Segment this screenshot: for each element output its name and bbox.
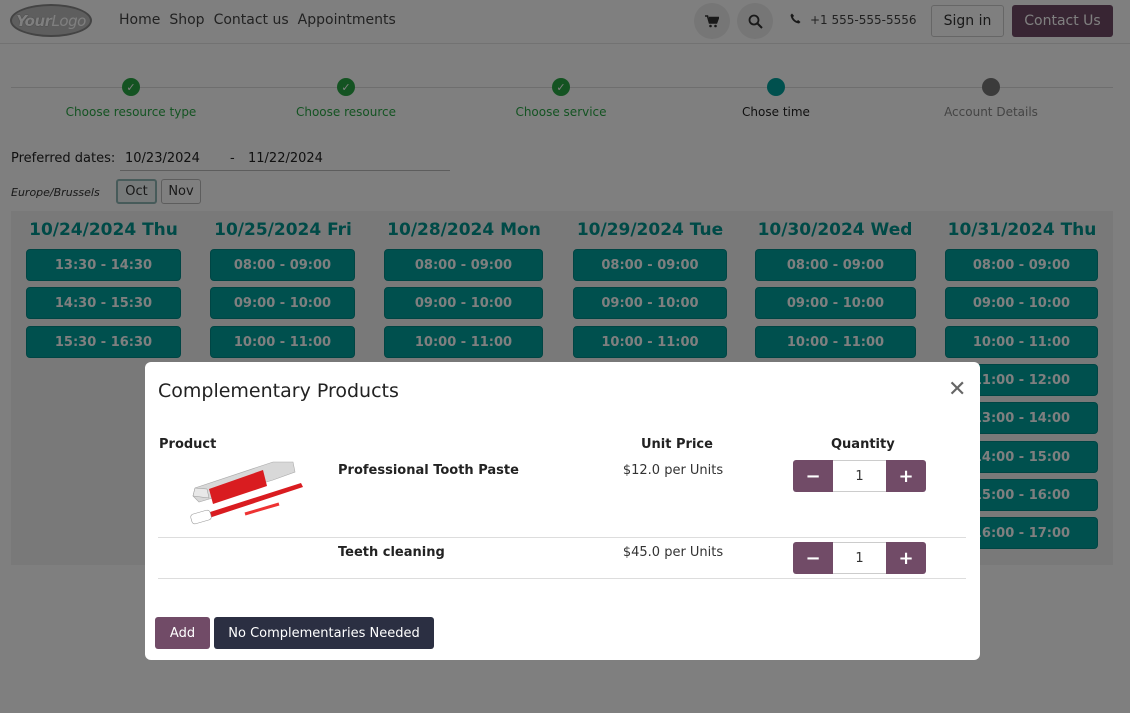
no-complementaries-button[interactable]: No Complementaries Needed	[214, 617, 434, 649]
quantity-stepper: − 1 +	[793, 542, 926, 574]
complementary-products-modal: Complementary Products ✕ Product Unit Pr…	[145, 362, 980, 660]
toothpaste-image	[185, 458, 305, 533]
product-price: $12.0 per Units	[622, 463, 724, 478]
product-name: Teeth cleaning	[338, 545, 445, 560]
col-header-quantity: Quantity	[831, 437, 895, 452]
row-divider	[158, 578, 966, 579]
product-price: $45.0 per Units	[622, 545, 724, 560]
quantity-value[interactable]: 1	[833, 460, 886, 492]
plus-icon[interactable]: +	[886, 542, 926, 574]
quantity-stepper: − 1 +	[793, 460, 926, 492]
close-icon[interactable]: ✕	[948, 379, 966, 401]
col-header-unit-price: Unit Price	[641, 437, 713, 452]
row-divider	[158, 537, 966, 538]
minus-icon[interactable]: −	[793, 542, 833, 574]
product-name: Professional Tooth Paste	[338, 463, 519, 478]
plus-icon[interactable]: +	[886, 460, 926, 492]
col-header-product: Product	[159, 437, 217, 452]
minus-icon[interactable]: −	[793, 460, 833, 492]
modal-title: Complementary Products	[158, 380, 399, 402]
quantity-value[interactable]: 1	[833, 542, 886, 574]
add-button[interactable]: Add	[155, 617, 210, 649]
